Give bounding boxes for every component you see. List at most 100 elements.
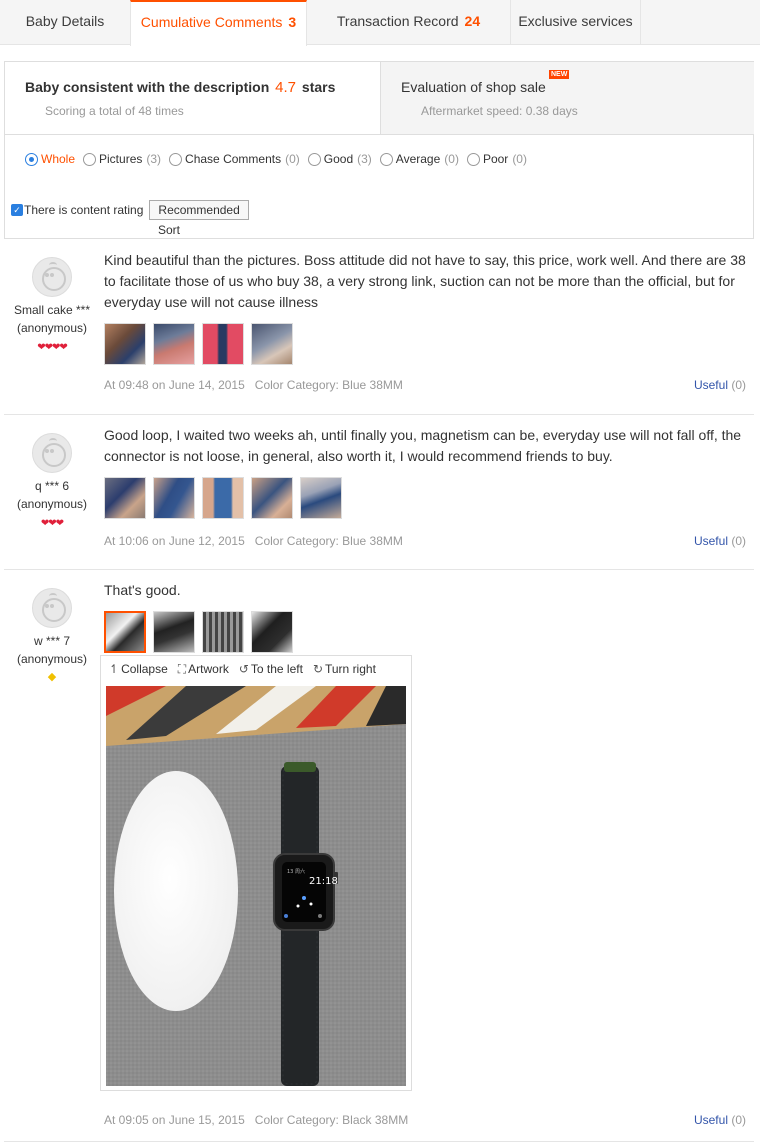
tab-bar: Baby Details Cumulative Comments 3 Transa… bbox=[0, 0, 760, 46]
review-text: That's good. bbox=[104, 582, 181, 598]
watch-time: 21:18 bbox=[309, 876, 338, 887]
review-color-category: Color Category: Blue 38MM bbox=[254, 378, 403, 392]
review-photo-thumbnail[interactable] bbox=[153, 611, 195, 653]
reviewer: w *** 7 (anonymous) ◆ bbox=[4, 588, 100, 686]
reviewer-level-icon: ❤❤❤ bbox=[40, 518, 64, 529]
useful-label: Useful bbox=[693, 1113, 728, 1127]
review-photo-thumbnail[interactable] bbox=[104, 477, 146, 519]
review-thumbnails bbox=[104, 477, 342, 519]
filter-count: (0) bbox=[512, 152, 527, 166]
description-rating-count: Scoring a total of 48 times bbox=[45, 104, 184, 118]
image-viewer: ↿ Collapse ⛶ Artwork ↺ To the left ↻ Turn ri… bbox=[100, 655, 412, 1091]
useful-label: Useful bbox=[693, 534, 728, 548]
radio-button[interactable] bbox=[25, 152, 38, 166]
filter-pictures[interactable]: Pictures (3) bbox=[83, 152, 161, 166]
review-photo-thumbnail[interactable] bbox=[251, 323, 293, 365]
tab-baby-details[interactable]: Baby Details bbox=[0, 0, 131, 45]
reviewer: Small cake *** (anonymous) ❤❤❤❤ bbox=[4, 257, 100, 357]
tab-exclusive-services[interactable]: Exclusive services bbox=[511, 0, 641, 45]
review-color-category: Color Category: Black 38MM bbox=[254, 1113, 409, 1127]
review-item: q *** 6 (anonymous) ❤❤❤ Good loop, I wai… bbox=[4, 415, 754, 570]
review-photo-thumbnail[interactable] bbox=[251, 477, 293, 519]
radio-button[interactable] bbox=[83, 152, 97, 166]
filter-count: (0) bbox=[444, 152, 459, 166]
rotate-left-icon: ↺ bbox=[238, 662, 249, 676]
photo-watch-and-mouse: 13 周六 21:18 bbox=[106, 686, 406, 1086]
reviewer-anonymous: (anonymous) bbox=[16, 497, 88, 511]
useful-button[interactable]: Useful (0) bbox=[694, 378, 746, 392]
useful-button[interactable]: Useful (0) bbox=[694, 1113, 746, 1127]
rotate-left-label: To the left bbox=[250, 662, 303, 676]
review-color-category: Color Category: Blue 38MM bbox=[254, 534, 403, 548]
filter-label: Average bbox=[395, 152, 441, 166]
review-meta: At 09:48 on June 14, 2015 Color Category:… bbox=[104, 378, 403, 392]
tab-count: 24 bbox=[464, 13, 481, 29]
description-score: 4.7 bbox=[275, 79, 297, 96]
radio-button[interactable] bbox=[169, 152, 183, 166]
sort-label: Sort bbox=[158, 223, 181, 237]
description-rating-title: Baby consistent with the description 4.7… bbox=[25, 79, 335, 96]
new-badge: NEW bbox=[549, 70, 570, 79]
rotate-left-button[interactable]: ↺ To the left bbox=[239, 662, 303, 677]
review-text: Kind beautiful than the pictures. Boss a… bbox=[104, 252, 746, 310]
rotate-right-button[interactable]: ↻ Turn right bbox=[313, 662, 376, 677]
tab-label: Cumulative Comments bbox=[140, 14, 283, 30]
rating-summary: Baby consistent with the description 4.7… bbox=[4, 61, 754, 135]
tab-transaction-record[interactable]: Transaction Record 24 bbox=[307, 0, 511, 45]
radio-button[interactable] bbox=[466, 152, 480, 166]
filter-panel: Whole Pictures (3) Chase Comments (0) Go… bbox=[4, 134, 754, 239]
review-photo-thumbnail[interactable] bbox=[202, 611, 244, 653]
avatar bbox=[32, 588, 72, 628]
filter-poor[interactable]: Poor (0) bbox=[466, 152, 527, 166]
review-photo-thumbnail[interactable] bbox=[251, 611, 293, 653]
review-photo-thumbnail[interactable] bbox=[202, 323, 244, 365]
reviewer-anonymous: (anonymous) bbox=[16, 321, 88, 335]
review-date: At 10:06 on June 12, 2015 bbox=[104, 534, 245, 548]
fullscreen-icon: ⛶ bbox=[177, 662, 187, 676]
filter-radio-group: Whole Pictures (3) Chase Comments (0) Go… bbox=[25, 152, 535, 166]
filter-label: Good bbox=[323, 152, 354, 166]
content-rating-checkbox[interactable]: ✓ bbox=[11, 204, 23, 216]
reviewer-name: Small cake *** bbox=[13, 303, 91, 317]
filter-count: (3) bbox=[146, 152, 162, 166]
tab-count: 3 bbox=[288, 14, 297, 30]
review-photo-thumbnail[interactable] bbox=[153, 477, 195, 519]
description-stars-label: stars bbox=[301, 79, 336, 95]
filter-label: Chase Comments bbox=[185, 152, 282, 166]
filter-average[interactable]: Average (0) bbox=[379, 152, 459, 166]
review-photo-thumbnail[interactable] bbox=[153, 323, 195, 365]
tab-cumulative-comments[interactable]: Cumulative Comments 3 bbox=[130, 0, 307, 46]
useful-count: (0) bbox=[731, 1113, 746, 1127]
enlarged-review-photo[interactable]: 13 周六 21:18 bbox=[106, 686, 406, 1086]
useful-button[interactable]: Useful (0) bbox=[694, 534, 746, 548]
review-meta: At 10:06 on June 12, 2015 Color Category:… bbox=[104, 534, 403, 548]
useful-count: (0) bbox=[731, 378, 746, 392]
filter-whole[interactable]: Whole bbox=[25, 152, 75, 166]
avatar bbox=[32, 433, 72, 473]
tab-label: Exclusive services bbox=[518, 13, 633, 29]
filter-label: Pictures bbox=[99, 152, 143, 166]
avatar bbox=[32, 257, 72, 297]
filter-good[interactable]: Good (3) bbox=[307, 152, 372, 166]
description-rating-text: Baby consistent with the description bbox=[25, 79, 270, 95]
artwork-button[interactable]: ⛶ Artwork bbox=[178, 662, 229, 677]
review-photo-thumbnail[interactable] bbox=[300, 477, 342, 519]
shop-evaluation-title: Evaluation of shop sale bbox=[401, 79, 546, 95]
review-date: At 09:48 on June 14, 2015 bbox=[104, 378, 245, 392]
review-photo-thumbnail[interactable] bbox=[104, 611, 146, 653]
tab-label: Transaction Record bbox=[336, 13, 459, 29]
filter-count: (0) bbox=[285, 152, 300, 166]
review-thumbnails bbox=[104, 323, 293, 365]
radio-button[interactable] bbox=[307, 152, 321, 166]
filter-chase-comments[interactable]: Chase Comments (0) bbox=[169, 152, 300, 166]
rotate-right-icon: ↻ bbox=[312, 662, 323, 676]
collapse-button[interactable]: ↿ Collapse bbox=[109, 662, 168, 677]
review-photo-thumbnail[interactable] bbox=[202, 477, 244, 519]
shop-evaluation[interactable]: Evaluation of shop sale NEW Aftermarket … bbox=[380, 62, 754, 134]
viewer-toolbar: ↿ Collapse ⛶ Artwork ↺ To the left ↻ Turn ri… bbox=[109, 662, 376, 677]
sort-recommended-button[interactable]: Recommended bbox=[149, 200, 249, 220]
review-text: Good loop, I waited two weeks ah, until … bbox=[104, 427, 742, 464]
radio-button[interactable] bbox=[379, 152, 393, 166]
review-photo-thumbnail[interactable] bbox=[104, 323, 146, 365]
reviewer-name: q *** 6 bbox=[34, 479, 70, 493]
